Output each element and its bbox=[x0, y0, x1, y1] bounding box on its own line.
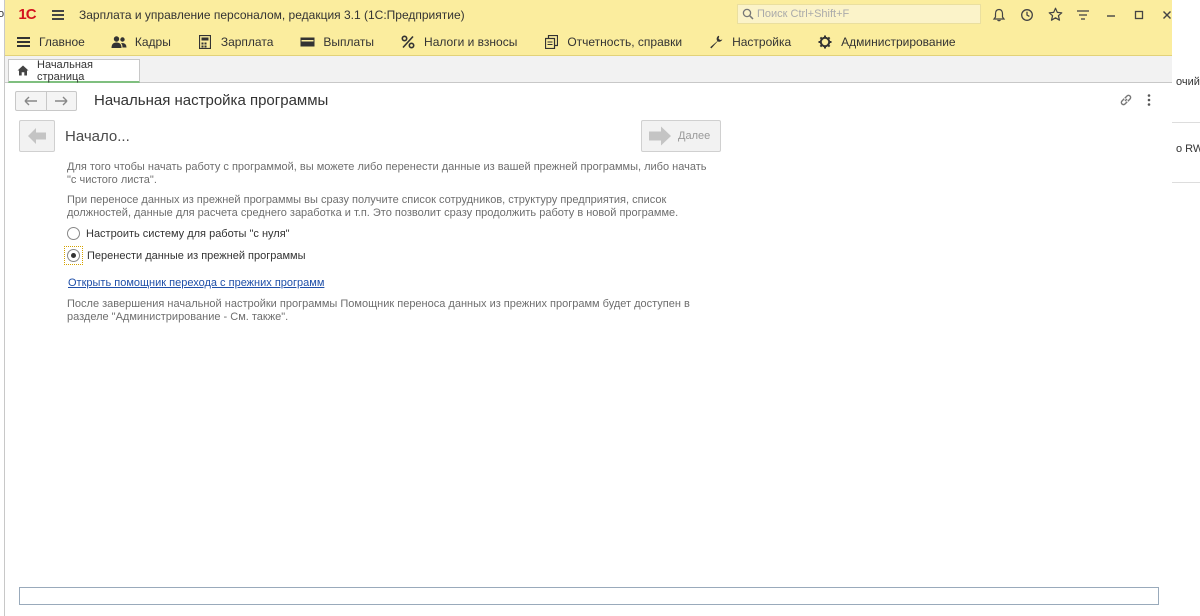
section-label: Кадры bbox=[134, 35, 171, 49]
back-button[interactable] bbox=[16, 92, 46, 110]
background-text: о RW д bbox=[1176, 143, 1200, 155]
search-input[interactable] bbox=[757, 8, 967, 20]
radio-button[interactable] bbox=[67, 227, 80, 240]
wallet-icon bbox=[299, 34, 315, 50]
app-logo: 1С bbox=[18, 6, 36, 23]
forward-button[interactable] bbox=[45, 92, 76, 110]
section-label: Администрирование bbox=[841, 35, 956, 49]
open-windows-bar: Начальная страница bbox=[5, 56, 1172, 83]
form-header: Начальная настройка программы bbox=[5, 83, 1172, 119]
home-icon bbox=[17, 65, 29, 76]
transfer-note: При переносе данных из прежней программы… bbox=[67, 194, 679, 219]
wizard-back-button[interactable] bbox=[19, 120, 55, 152]
section-reports[interactable]: Отчетность, справки bbox=[543, 29, 682, 56]
wizard-next-button[interactable]: Далее bbox=[641, 120, 721, 152]
background-window-right: очий с о RW д bbox=[1172, 0, 1200, 616]
section-settings[interactable]: Настройка bbox=[708, 29, 791, 56]
step-title: Начало... bbox=[65, 128, 130, 145]
minimize-icon[interactable] bbox=[1097, 0, 1125, 29]
window-title: Зарплата и управление персоналом, редакц… bbox=[79, 7, 465, 22]
migration-assistant-link[interactable]: Открыть помощник перехода с прежних прог… bbox=[68, 277, 324, 289]
section-payments[interactable]: Выплаты bbox=[299, 29, 374, 56]
section-label: Налоги и взносы bbox=[424, 35, 518, 49]
section-label: Главное bbox=[39, 35, 85, 49]
history-nav bbox=[15, 91, 77, 111]
tab-home-page[interactable]: Начальная страница bbox=[8, 59, 140, 83]
divider bbox=[1172, 182, 1200, 183]
arrow-right-icon bbox=[649, 126, 671, 146]
form-title: Начальная настройка программы bbox=[94, 92, 329, 109]
intro-text: Для того чтобы начать работу с программо… bbox=[67, 161, 707, 186]
history-icon[interactable] bbox=[1013, 0, 1041, 29]
star-icon[interactable] bbox=[1041, 0, 1069, 29]
documents-icon bbox=[543, 34, 559, 50]
title-bar: 1С Зарплата и управление персоналом, ред… bbox=[5, 0, 1172, 29]
option-from-scratch[interactable]: Настроить систему для работы "с нуля" bbox=[67, 227, 290, 240]
wrench-icon bbox=[708, 34, 724, 50]
people-icon bbox=[111, 34, 127, 50]
close-icon[interactable] bbox=[1153, 0, 1181, 29]
section-main[interactable]: Главное bbox=[15, 29, 85, 56]
section-label: Зарплата bbox=[220, 35, 274, 49]
link-icon[interactable] bbox=[1119, 93, 1133, 110]
hamburger-icon bbox=[15, 34, 31, 50]
main-menu-button[interactable] bbox=[43, 0, 73, 29]
calculator-icon bbox=[197, 34, 213, 50]
search-icon bbox=[742, 8, 754, 20]
divider bbox=[1172, 122, 1200, 123]
status-bar bbox=[19, 587, 1159, 605]
option-label: Перенести данные из прежней программы bbox=[87, 249, 306, 262]
option-label: Настроить систему для работы "с нуля" bbox=[86, 227, 290, 240]
main-window: 1С Зарплата и управление персоналом, ред… bbox=[4, 0, 1172, 616]
section-administration[interactable]: Администрирование bbox=[817, 29, 956, 56]
radio-button-checked[interactable] bbox=[67, 249, 80, 262]
window-controls bbox=[985, 0, 1181, 29]
search-box[interactable] bbox=[737, 4, 981, 24]
section-salary[interactable]: Зарплата bbox=[197, 29, 274, 56]
more-actions-icon[interactable] bbox=[1146, 93, 1152, 110]
section-label: Настройка bbox=[732, 35, 792, 49]
bell-icon[interactable] bbox=[985, 0, 1013, 29]
background-text: очий с bbox=[1176, 76, 1200, 88]
after-note: После завершения начальной настройки про… bbox=[67, 298, 690, 323]
section-personnel[interactable]: Кадры bbox=[111, 29, 171, 56]
hamburger-icon bbox=[52, 9, 64, 20]
focus-frame bbox=[64, 246, 83, 265]
wizard-step-row: Начало... Далее bbox=[5, 119, 1172, 155]
next-label: Далее bbox=[678, 130, 711, 142]
section-label: Выплаты bbox=[323, 35, 375, 49]
arrow-left-icon bbox=[24, 96, 37, 106]
gear-icon bbox=[817, 34, 833, 50]
menu-lines-icon[interactable] bbox=[1069, 0, 1097, 29]
section-taxes[interactable]: Налоги и взносы bbox=[400, 29, 517, 56]
maximize-icon[interactable] bbox=[1125, 0, 1153, 29]
percent-icon bbox=[400, 34, 416, 50]
section-label: Отчетность, справки bbox=[567, 35, 683, 49]
arrow-right-icon bbox=[55, 96, 68, 106]
section-panel: Главное Кадры Зарплата Выплаты Налоги и … bbox=[5, 29, 1172, 56]
tab-label: Начальная страница bbox=[37, 58, 93, 83]
arrow-left-icon bbox=[28, 128, 46, 144]
option-transfer-data[interactable]: Перенести данные из прежней программы bbox=[64, 246, 306, 265]
